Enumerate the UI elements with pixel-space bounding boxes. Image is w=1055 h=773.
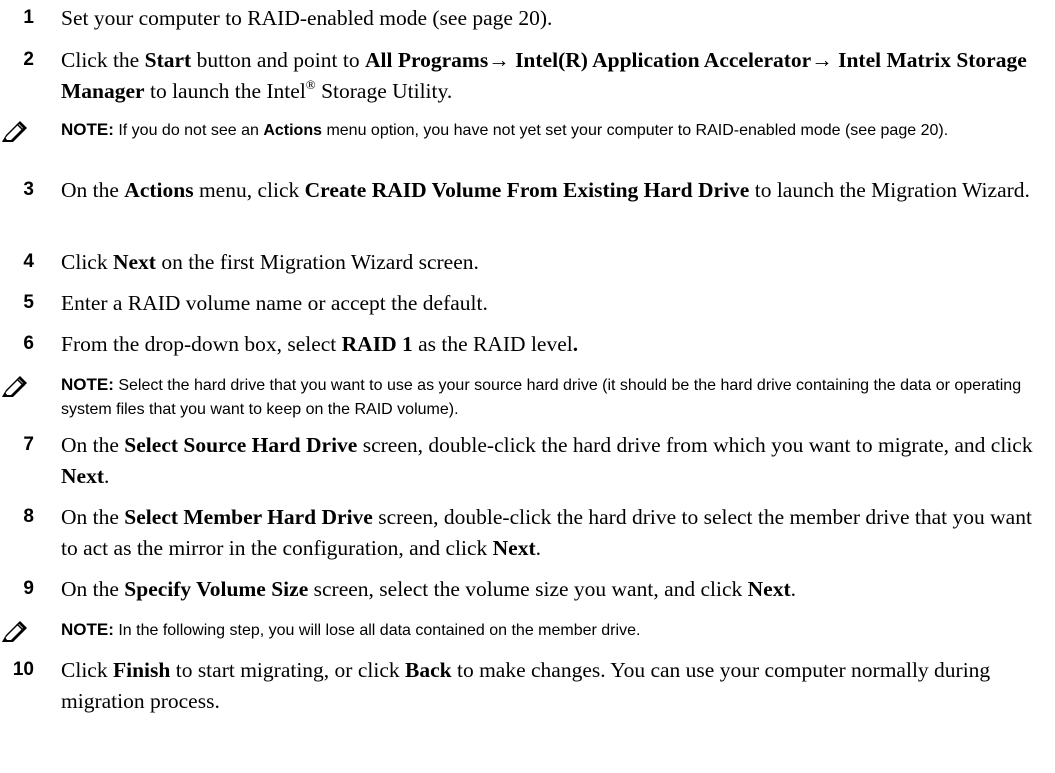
step-number: 4 [23, 251, 34, 272]
note-pencil-icon [2, 376, 27, 397]
step-text: Click Next on the first Migration Wizard… [61, 250, 479, 274]
note-text: NOTE: If you do not see an Actions menu … [61, 120, 949, 139]
step-text: Click the Start button and point to All … [61, 48, 1027, 103]
step-text: On the Select Member Hard Drive screen, … [61, 505, 1032, 560]
step-number: 10 [12, 659, 34, 680]
note-pencil-icon [2, 621, 27, 642]
step-text: From the drop-down box, select RAID 1 as… [61, 332, 579, 356]
step-number: 2 [23, 49, 34, 70]
step-number: 8 [23, 506, 34, 527]
step-text: Click Finish to start migrating, or clic… [61, 658, 991, 713]
note-pencil-icon [2, 121, 27, 142]
step-number: 9 [23, 578, 34, 599]
note-text: NOTE: In the following step, you will lo… [61, 620, 641, 639]
note-text: NOTE: Select the hard drive that you wan… [61, 375, 1022, 418]
step-number: 3 [23, 179, 34, 200]
document-page: 1 Set your computer to RAID-enabled mode… [0, 0, 1055, 773]
step-number: 7 [23, 434, 34, 455]
step-text: Set your computer to RAID-enabled mode (… [61, 6, 553, 30]
step-number: 1 [23, 7, 34, 28]
step-text: On the Specify Volume Size screen, selec… [61, 577, 797, 601]
step-number: 6 [23, 333, 34, 354]
step-text: On the Actions menu, click Create RAID V… [61, 178, 1030, 202]
step-number: 5 [23, 292, 34, 313]
step-text: On the Select Source Hard Drive screen, … [61, 433, 1033, 488]
step-text: Enter a RAID volume name or accept the d… [61, 291, 488, 315]
